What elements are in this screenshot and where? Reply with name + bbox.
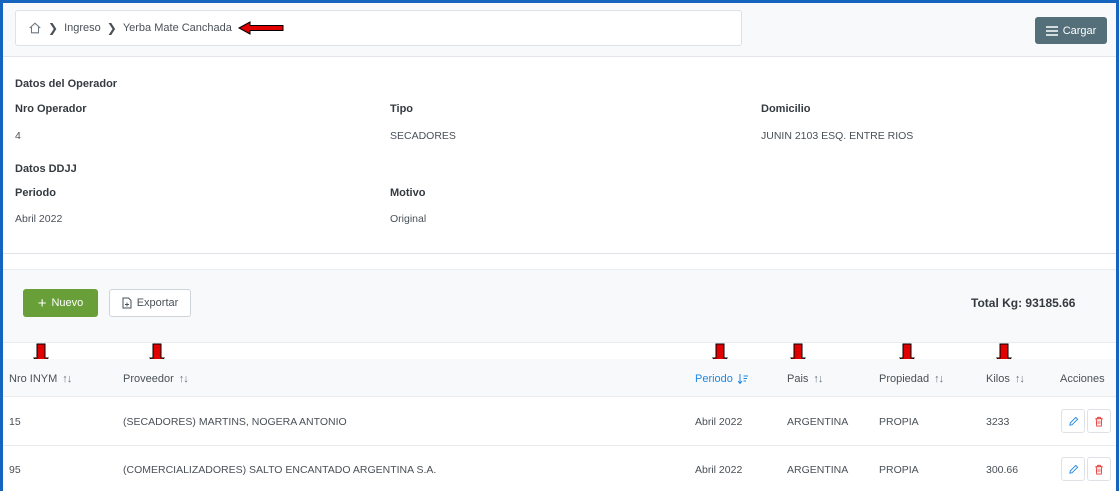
edit-button[interactable] — [1061, 457, 1085, 481]
cell-pais: ARGENTINA — [787, 416, 849, 428]
column-header-pais[interactable]: Pais ↑↓ — [787, 373, 823, 385]
sort-icon: ↑↓ — [813, 373, 823, 385]
exportar-label: Exportar — [136, 297, 179, 309]
top-bar: ❯ Ingreso ❯ Yerba Mate Canchada Cargar — [3, 3, 1116, 57]
motivo-value: Original — [390, 213, 427, 225]
pencil-icon — [1068, 464, 1078, 474]
cell-propiedad: PROPIA — [879, 416, 919, 428]
sort-icon: ↑↓ — [62, 373, 72, 385]
column-header-label: Acciones — [1060, 373, 1105, 385]
periodo-value: Abril 2022 — [15, 213, 63, 225]
breadcrumb-item-ingreso[interactable]: Ingreso — [64, 22, 101, 34]
column-header-periodo[interactable]: Periodo — [695, 373, 748, 385]
breadcrumb: ❯ Ingreso ❯ Yerba Mate Canchada — [15, 10, 742, 46]
ddjj-section-title: Datos DDJJ — [15, 163, 77, 175]
cell-nro-inym: 15 — [9, 416, 21, 428]
cargar-label: Cargar — [1062, 24, 1097, 37]
table-header: Nro INYM ↑↓ Proveedor ↑↓ Periodo Pais ↑↓… — [3, 359, 1116, 397]
domicilio-value: JUNIN 2103 ESQ. ENTRE RIOS — [761, 130, 914, 142]
exportar-button[interactable]: Exportar — [109, 289, 191, 317]
nro-operador-value: 4 — [15, 130, 21, 142]
column-header-nro-inym[interactable]: Nro INYM ↑↓ — [9, 373, 72, 385]
nuevo-button[interactable]: + Nuevo — [23, 289, 98, 317]
trash-icon — [1095, 416, 1103, 427]
column-header-proveedor[interactable]: Proveedor ↑↓ — [123, 373, 189, 385]
column-header-kilos[interactable]: Kilos ↑↓ — [986, 373, 1025, 385]
cell-kilos: 3233 — [986, 416, 1010, 428]
plus-icon: + — [37, 294, 47, 312]
breadcrumb-item-current: Yerba Mate Canchada — [122, 22, 232, 34]
cell-pais: ARGENTINA — [787, 464, 849, 476]
column-header-label: Propiedad — [879, 373, 930, 385]
sort-icon: ↑↓ — [178, 373, 189, 385]
cell-propiedad: PROPIA — [879, 464, 919, 476]
column-header-acciones: Acciones — [1060, 373, 1105, 385]
trash-icon — [1095, 464, 1103, 475]
menu-icon — [1045, 25, 1058, 36]
column-header-label: Periodo — [695, 373, 733, 385]
tipo-label: Tipo — [390, 103, 414, 115]
file-export-icon — [122, 297, 132, 309]
cell-nro-inym: 95 — [9, 464, 21, 476]
column-header-label: Proveedor — [123, 373, 174, 385]
home-icon[interactable] — [28, 21, 42, 35]
table-row: 95 (COMERCIALIZADORES) SALTO ENCANTADO A… — [3, 446, 1116, 491]
nuevo-label: Nuevo — [51, 297, 84, 309]
red-arrow-annotation — [237, 21, 284, 35]
tipo-value: SECADORES — [390, 130, 456, 142]
delete-button[interactable] — [1087, 457, 1111, 481]
app-frame: ❯ Ingreso ❯ Yerba Mate Canchada Cargar D… — [0, 0, 1119, 491]
operador-section-title: Datos del Operador — [15, 78, 118, 90]
motivo-label: Motivo — [390, 187, 426, 199]
column-header-propiedad[interactable]: Propiedad ↑↓ — [879, 373, 944, 385]
column-header-label: Pais — [787, 373, 809, 385]
cell-periodo: Abril 2022 — [695, 464, 743, 476]
column-header-label: Nro INYM — [9, 373, 58, 385]
cargar-button[interactable]: Cargar — [1035, 17, 1107, 44]
edit-button[interactable] — [1061, 409, 1085, 433]
chevron-right-icon: ❯ — [48, 21, 59, 35]
table-row: 15 (SECADORES) MARTINS, NOGERA ANTONIO A… — [3, 398, 1116, 446]
sort-icon: ↑↓ — [934, 373, 944, 385]
table-toolbar: + Nuevo Exportar Total Kg: 93185.66 — [3, 269, 1116, 343]
chevron-right-icon: ❯ — [106, 21, 117, 35]
sort-desc-icon — [737, 374, 748, 384]
cell-periodo: Abril 2022 — [695, 416, 743, 428]
cell-proveedor: (COMERCIALIZADORES) SALTO ENCANTADO ARGE… — [123, 464, 437, 476]
operator-info-panel: Datos del Operador Nro Operador 4 Tipo S… — [3, 58, 1116, 254]
cell-proveedor: (SECADORES) MARTINS, NOGERA ANTONIO — [123, 416, 347, 428]
cell-kilos: 300.66 — [986, 464, 1019, 476]
periodo-label: Periodo — [15, 187, 56, 199]
nro-operador-label: Nro Operador — [15, 103, 87, 115]
domicilio-label: Domicilio — [761, 103, 811, 115]
total-kg: Total Kg: 93185.66 — [971, 296, 1076, 310]
pencil-icon — [1068, 416, 1078, 426]
column-header-label: Kilos — [986, 373, 1010, 385]
delete-button[interactable] — [1087, 409, 1111, 433]
sort-icon: ↑↓ — [1014, 373, 1025, 385]
